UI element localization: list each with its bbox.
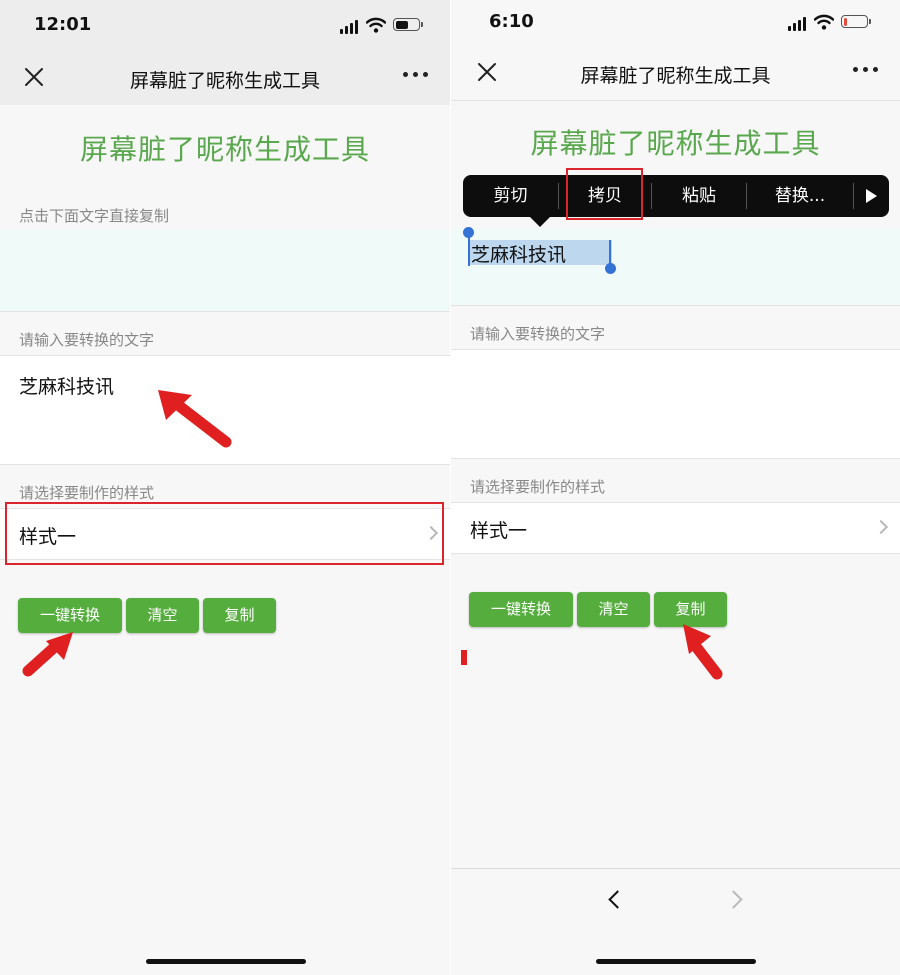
home-indicator xyxy=(596,959,756,964)
red-arrow-icon xyxy=(158,390,232,448)
input-label: 请输入要转换的文字 xyxy=(470,325,606,343)
input-label: 请输入要转换的文字 xyxy=(19,331,155,349)
clear-button[interactable]: 清空 xyxy=(126,598,199,633)
style-select[interactable]: 样式一 xyxy=(451,502,900,554)
nav-bar: 屏幕脏了昵称生成工具 xyxy=(451,45,900,100)
status-bar: 12:01 xyxy=(0,0,450,50)
style-label: 请选择要制作的样式 xyxy=(19,484,155,502)
output-label: 点击下面文字直接复制 xyxy=(19,207,170,225)
home-indicator xyxy=(146,959,306,964)
convert-button[interactable]: 一键转换 xyxy=(469,592,573,627)
text-input[interactable] xyxy=(451,349,900,459)
status-time: 12:01 xyxy=(34,14,92,35)
clear-button[interactable]: 清空 xyxy=(577,592,650,627)
nav-bar: 屏幕脏了昵称生成工具 xyxy=(0,50,450,105)
status-icons xyxy=(340,16,450,34)
red-arrow-icon xyxy=(22,632,73,677)
page-title: 屏幕脏了昵称生成工具 xyxy=(79,133,370,166)
forward-arrow-icon[interactable] xyxy=(724,890,743,909)
output-box[interactable] xyxy=(0,230,450,312)
replace-menu-item[interactable]: 替换... xyxy=(747,175,853,217)
play-icon[interactable] xyxy=(866,189,877,203)
input-value: 芝麻科技讯 xyxy=(19,376,115,398)
chevron-right-icon xyxy=(873,519,889,535)
cut-menu-item[interactable]: 剪切 xyxy=(463,175,558,217)
selection-handle-end[interactable] xyxy=(605,263,616,274)
copy-button[interactable]: 复制 xyxy=(203,598,276,633)
red-arrow-icon xyxy=(683,624,723,680)
more-icon[interactable] xyxy=(398,72,428,77)
status-time: 6:10 xyxy=(489,11,534,32)
right-phone-screen: 6:10 屏幕脏了昵称生成工具 屏幕脏了昵称生成工具 芝麻科技讯 剪切 拷贝 粘… xyxy=(451,0,900,975)
style-selected: 样式一 xyxy=(470,520,528,542)
close-icon[interactable] xyxy=(477,62,497,82)
wifi-icon xyxy=(814,14,834,30)
nav-title: 屏幕脏了昵称生成工具 xyxy=(129,70,320,92)
paste-menu-item[interactable]: 粘贴 xyxy=(652,175,746,217)
back-arrow-icon[interactable] xyxy=(608,890,627,909)
wifi-icon xyxy=(366,17,386,33)
page-title: 屏幕脏了昵称生成工具 xyxy=(530,127,821,160)
convert-button[interactable]: 一键转换 xyxy=(18,598,122,633)
red-marker xyxy=(461,650,467,665)
close-icon[interactable] xyxy=(24,67,44,87)
status-icons xyxy=(788,13,900,31)
left-phone-screen: 12:01 屏幕脏了昵称生成工具 屏幕脏了昵称生成工具 点击下面文字直接复制 请… xyxy=(0,0,450,975)
more-icon[interactable] xyxy=(848,67,878,72)
battery-icon xyxy=(841,15,868,28)
output-value[interactable]: 芝麻科技讯 xyxy=(471,240,566,267)
highlight-box-style xyxy=(5,502,444,565)
status-bar: 6:10 xyxy=(451,0,900,50)
battery-icon xyxy=(393,18,420,31)
style-label: 请选择要制作的样式 xyxy=(470,478,606,496)
context-menu: 剪切 拷贝 粘贴 替换... xyxy=(463,175,889,227)
highlight-box-copy xyxy=(566,168,643,220)
nav-title: 屏幕脏了昵称生成工具 xyxy=(580,65,771,87)
